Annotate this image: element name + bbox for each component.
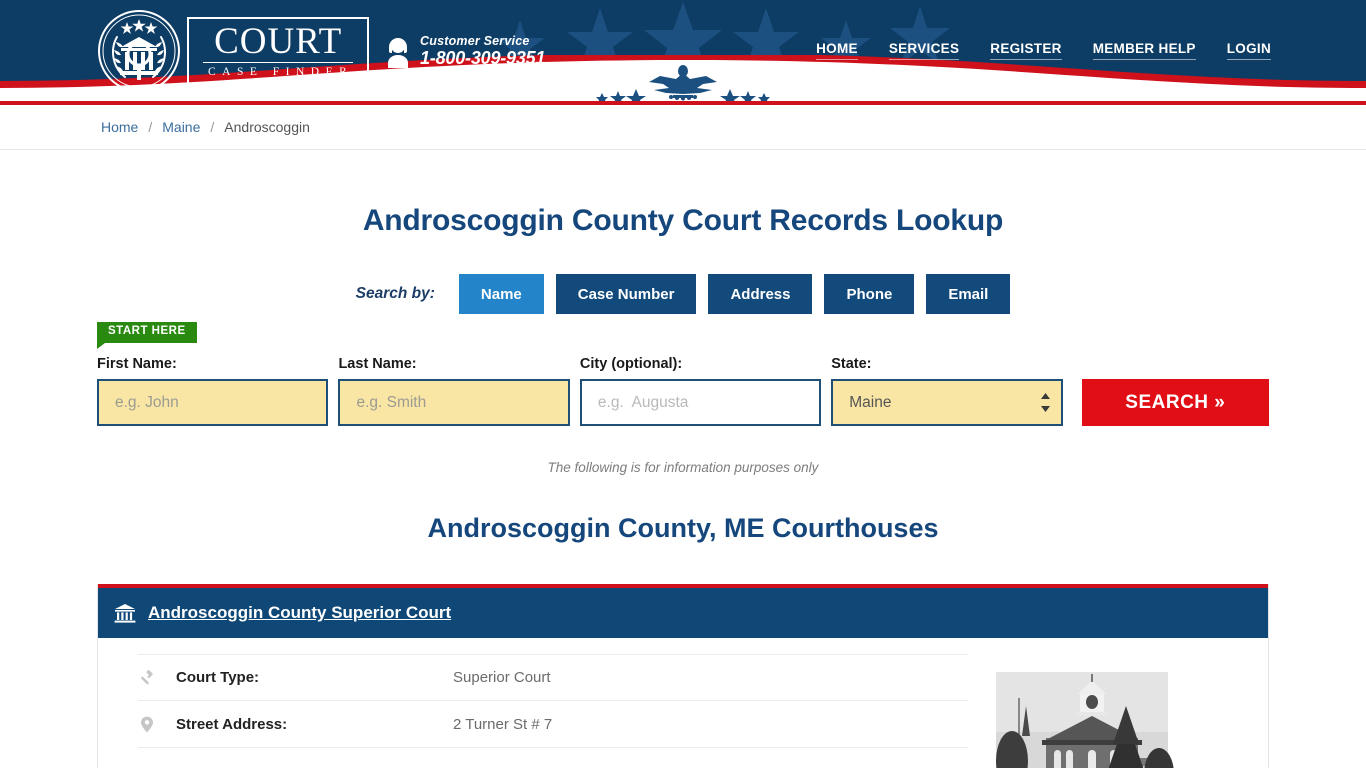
courthouse-photo (996, 666, 1224, 768)
nav-item-member-help[interactable]: MEMBER HELP (1092, 41, 1196, 60)
bank-columns-icon (114, 604, 136, 623)
site-logo[interactable]: COURT CASE FINDER (97, 9, 370, 93)
street-address-value: 2 Turner St # 7 (453, 715, 553, 733)
tab-phone[interactable]: Phone (824, 274, 915, 314)
logo-subword: CASE FINDER (208, 65, 354, 78)
city-group: City (optional): (579, 356, 822, 426)
court-type-label: Court Type: (176, 669, 260, 686)
customer-service-label: Customer Service (420, 34, 530, 48)
site-header: COURT CASE FINDER Customer Service 1-800… (0, 0, 1366, 101)
breadcrumb-item-androscoggin: Androscoggin (224, 119, 310, 135)
nav-item-register[interactable]: REGISTER (990, 41, 1062, 60)
map-pin-icon (138, 716, 156, 733)
court-detail-table: Court Type: Superior Court Street Addres… (138, 654, 968, 768)
first-name-input[interactable] (97, 379, 329, 426)
court-name-link[interactable]: Androscoggin County Superior Court (148, 603, 451, 623)
search-by-tabs: Search by: Name Case Number Address Phon… (0, 274, 1366, 314)
tab-name[interactable]: Name (458, 274, 544, 314)
last-name-input[interactable] (338, 379, 570, 426)
search-fields-row: First Name: Last Name: City (optional): … (97, 356, 1269, 426)
street-address-label: Street Address: (176, 715, 288, 733)
nav-item-services[interactable]: SERVICES (888, 41, 960, 60)
search-by-label: Search by: (355, 285, 435, 302)
breadcrumb-item-home[interactable]: Home (101, 119, 138, 135)
last-name-label: Last Name: (338, 356, 417, 372)
nav-item-home[interactable]: HOME (816, 41, 858, 60)
page-title: Androscoggin County Court Records Lookup (362, 204, 1004, 237)
state-group: State: Maine (831, 356, 1063, 426)
courthouses-section-title: Androscoggin County, ME Courthouses (427, 513, 939, 543)
court-card: Androscoggin County Superior Court Court… (97, 584, 1269, 768)
breadcrumb-separator: / (148, 119, 153, 135)
breadcrumb-item-maine[interactable]: Maine (162, 119, 200, 135)
first-name-label: First Name: (97, 356, 177, 372)
state-select[interactable]: Maine (831, 379, 1063, 426)
state-label: State: (831, 356, 872, 372)
court-card-header: Androscoggin County Superior Court (98, 584, 1268, 638)
search-button[interactable]: SEARCH » (1081, 379, 1269, 426)
start-here-badge: START HERE (97, 322, 197, 348)
logo-wordmark: COURT CASE FINDER (187, 16, 370, 86)
court-seal-icon (98, 10, 180, 92)
city-input[interactable] (579, 379, 822, 426)
table-row: Street Address: 2 Turner St # 7 (138, 701, 968, 748)
disclaimer-text: The following is for information purpose… (547, 460, 819, 475)
logo-word: COURT (203, 23, 354, 63)
court-type-value: Superior Court (453, 669, 551, 686)
last-name-group: Last Name: (338, 356, 570, 426)
table-row: Court Type: Superior Court (138, 654, 968, 701)
nav-item-login[interactable]: LOGIN (1226, 41, 1271, 60)
court-card-body: Court Type: Superior Court Street Addres… (98, 638, 1268, 768)
tab-email[interactable]: Email (926, 274, 1011, 314)
customer-service-block: Customer Service 1-800-309-9351 (385, 34, 546, 69)
tab-case-number[interactable]: Case Number (555, 274, 697, 314)
headset-support-icon (388, 37, 408, 68)
table-row (138, 748, 968, 768)
search-form: START HERE First Name: Last Name: City (… (97, 314, 1269, 475)
tab-address[interactable]: Address (708, 274, 813, 314)
city-label: City (optional): (579, 356, 683, 372)
gavel-icon (138, 669, 156, 686)
main-navigation: HOME SERVICES REGISTER MEMBER HELP LOGIN (816, 41, 1271, 60)
breadcrumb: Home / Maine / Androscoggin (0, 105, 1366, 150)
first-name-group: First Name: (97, 356, 329, 426)
breadcrumb-separator: / (210, 119, 215, 135)
customer-service-phone[interactable]: 1-800-309-9351 (420, 48, 546, 69)
main-content: Androscoggin County Court Records Lookup… (0, 150, 1366, 768)
